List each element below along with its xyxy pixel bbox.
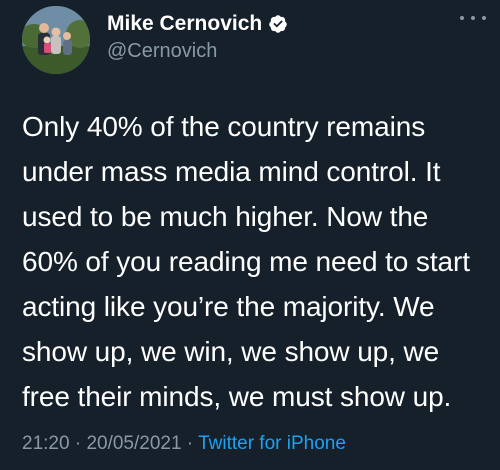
- separator: ·: [69, 433, 87, 454]
- tweet-text-line: under mass media mind control. It: [22, 156, 441, 187]
- tweet-text-line: 60% of you reading me need to start: [22, 246, 470, 277]
- more-options-icon[interactable]: [460, 8, 486, 28]
- tweet-text-line: used to be much higher. Now the: [22, 201, 429, 232]
- separator: ·: [181, 433, 199, 454]
- author-handle[interactable]: @Cernovich: [107, 39, 217, 63]
- tweet-metadata: 21:20 · 20/05/2021 · Twitter for iPhone: [22, 432, 346, 456]
- avatar-photo: [22, 6, 90, 74]
- tweet-text-line: free their minds, we must show up.: [22, 381, 452, 412]
- tweet-container: Mike Cernovich @Cernovich Only 40% of th…: [0, 0, 500, 470]
- dot: [460, 16, 464, 20]
- tweet-source-link[interactable]: Twitter for iPhone: [198, 433, 346, 454]
- author-name-row: Mike Cernovich: [107, 11, 288, 37]
- tweet-date[interactable]: 20/05/2021: [86, 433, 181, 454]
- dot: [482, 16, 486, 20]
- tweet-time[interactable]: 21:20: [22, 433, 70, 454]
- author-display-name[interactable]: Mike Cernovich: [107, 11, 262, 37]
- tweet-text-line: acting like you’re the majority. We: [22, 291, 435, 322]
- verified-badge-icon: [268, 14, 288, 34]
- dot: [471, 16, 475, 20]
- tweet-text-line: Only 40% of the country remains: [22, 111, 426, 142]
- tweet-text: Only 40% of the country remains under ma…: [22, 104, 492, 419]
- tweet-text-line: show up, we win, we show up, we: [22, 336, 440, 367]
- avatar[interactable]: [22, 6, 90, 74]
